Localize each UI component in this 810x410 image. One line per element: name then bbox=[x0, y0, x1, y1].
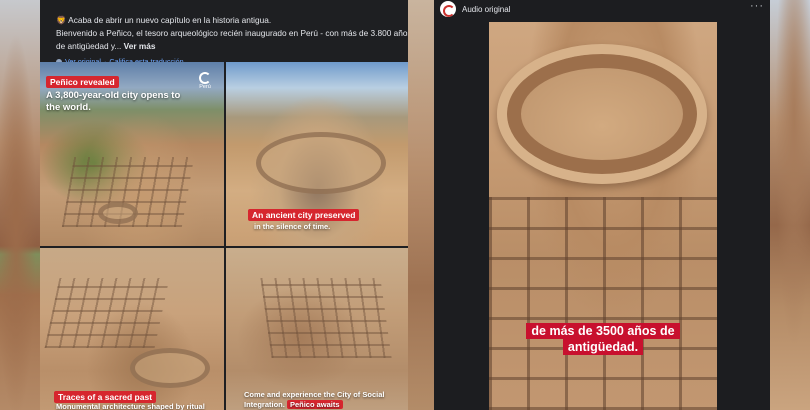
ruins-illustration bbox=[489, 197, 717, 410]
caption-line-2: Bienvenido a Peñico, el tesoro arqueológ… bbox=[56, 28, 408, 38]
circular-plaza-illustration bbox=[497, 44, 707, 184]
video-subtitle-line-2: antigüedad. bbox=[489, 339, 717, 355]
tile-2-tag: An ancient city preserved bbox=[248, 209, 360, 221]
video-subtitle-line-1: de más de 3500 años de bbox=[489, 323, 717, 339]
photo-grid: Peñico revealed A 3,800-year-old city op… bbox=[40, 62, 408, 410]
circular-plaza-illustration bbox=[98, 202, 138, 224]
circular-plaza-illustration bbox=[256, 132, 386, 194]
caption-line-1: 🦁 Acaba de abrir un nuevo capítulo en la… bbox=[56, 15, 272, 25]
tile-1-tag: Peñico revealed bbox=[46, 76, 119, 88]
photo-tile-1[interactable]: Peñico revealed A 3,800-year-old city op… bbox=[40, 62, 224, 246]
video-player[interactable]: de más de 3500 años de antigüedad. bbox=[489, 22, 717, 410]
tile-3-text: Monumental architecture shaped by ritual bbox=[56, 402, 205, 410]
peru-logo: Perú bbox=[194, 72, 216, 90]
background-desert-middle bbox=[408, 0, 434, 410]
avatar[interactable] bbox=[440, 1, 456, 17]
tile-2-text: in the silence of time. bbox=[254, 222, 331, 231]
audio-original-label[interactable]: Audio original bbox=[462, 5, 510, 14]
peru-logo-icon bbox=[199, 72, 211, 84]
video-header: Audio original bbox=[440, 0, 510, 18]
video-panel: Audio original ··· de más de 3500 años d… bbox=[434, 0, 770, 410]
video-subtitle-line-1-text: de más de 3500 años de bbox=[526, 323, 680, 339]
caption-line-3-text: de antigüedad y... bbox=[56, 41, 122, 51]
background-desert-left bbox=[0, 0, 40, 410]
photo-tile-3[interactable]: Traces of a sacred past Monumental archi… bbox=[40, 248, 224, 410]
tile-4-text: Come and experience the City of Social I… bbox=[244, 390, 404, 410]
video-subtitle-line-2-text: antigüedad. bbox=[562, 339, 644, 355]
photo-tile-2[interactable]: An ancient city preserved in the silence… bbox=[226, 62, 408, 246]
post-caption: 🦁 Acaba de abrir un nuevo capítulo en la… bbox=[40, 0, 408, 68]
post-panel: 🦁 Acaba de abrir un nuevo capítulo en la… bbox=[40, 0, 408, 410]
photo-tile-4[interactable]: Come and experience the City of Social I… bbox=[226, 248, 408, 410]
circular-plaza-illustration bbox=[130, 348, 210, 388]
peru-logo-label: Perú bbox=[199, 84, 211, 90]
ruins-illustration bbox=[260, 278, 392, 358]
tile-4-tag: Peñico awaits bbox=[286, 400, 343, 409]
background-desert-right bbox=[770, 0, 810, 410]
see-more-link[interactable]: Ver más bbox=[124, 41, 156, 51]
tile-1-text: A 3,800-year-old city opens to the world… bbox=[46, 90, 181, 113]
ruins-illustration bbox=[44, 278, 170, 348]
more-options-button[interactable]: ··· bbox=[750, 0, 764, 12]
caption-line-3: de antigüedad y... Ver más bbox=[56, 40, 394, 53]
